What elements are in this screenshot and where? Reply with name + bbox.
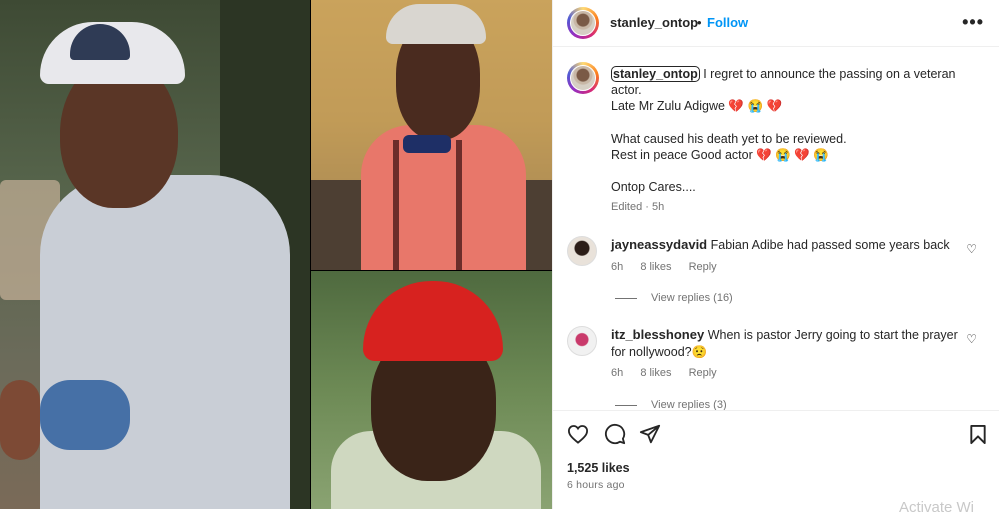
comment-username[interactable]: jayneassydavid — [611, 237, 707, 252]
comment-bubble-icon[interactable] — [604, 423, 626, 445]
comment-username[interactable]: itz_blesshoney — [611, 327, 704, 342]
commenter-avatar[interactable] — [567, 326, 597, 356]
share-paper-plane-icon[interactable] — [639, 423, 661, 445]
comment-body: jayneassydavid Fabian Adibe had passed s… — [611, 236, 961, 254]
post-panel: stanley_ontop • Follow ••• stanley_ontop… — [552, 0, 999, 516]
comment-likes[interactable]: 8 likes — [640, 367, 671, 379]
comment-body: itz_blesshoney When is pastor Jerry goin… — [611, 326, 961, 361]
more-options-icon[interactable]: ••• — [962, 12, 984, 33]
post-caption: stanley_ontop I regret to announce the p… — [611, 66, 981, 215]
comment-reply-button[interactable]: Reply — [689, 261, 717, 273]
author-avatar[interactable] — [567, 7, 599, 39]
comment-meta: 6h 8 likes Reply — [611, 367, 731, 379]
likes-count[interactable]: 1,525 likes — [567, 461, 630, 475]
like-heart-icon[interactable] — [567, 424, 589, 444]
comment-item: itz_blesshoney When is pastor Jerry goin… — [567, 326, 987, 406]
post-header: stanley_ontop • Follow ••• — [553, 0, 999, 47]
photo-man-in-cap — [0, 0, 310, 509]
activate-windows-watermark: Activate Wi — [899, 499, 975, 516]
comment-reply-button[interactable]: Reply — [689, 367, 717, 379]
post-actions-bar: 1,525 likes 6 hours ago Activate Wi — [553, 410, 999, 516]
comment-time: 6h — [611, 261, 624, 273]
caption-author-link[interactable]: stanley_ontop — [611, 66, 700, 82]
caption-text-line-4: Rest in peace Good actor 💔 😭 💔 😭 — [611, 148, 829, 163]
comment-item: jayneassydavid Fabian Adibe had passed s… — [567, 236, 987, 316]
photo-man-red-cap — [311, 271, 552, 509]
post-image-collage[interactable] — [0, 0, 552, 509]
post-timestamp: 6 hours ago — [567, 479, 625, 491]
photo-man-bowtie — [311, 0, 552, 270]
like-comment-heart-icon[interactable]: ♡ — [966, 332, 977, 346]
commenter-avatar[interactable] — [567, 236, 597, 266]
view-replies-line — [615, 297, 637, 299]
comment-likes[interactable]: 8 likes — [640, 261, 671, 273]
caption-text-line-2: Late Mr Zulu Adigwe 💔 😭 💔 — [611, 99, 783, 114]
comment-text: Fabian Adibe had passed some years back — [710, 238, 950, 252]
view-replies-line — [615, 404, 637, 406]
caption-meta: Edited · 5h — [611, 200, 665, 213]
author-username[interactable]: stanley_ontop — [610, 15, 698, 30]
like-comment-heart-icon[interactable]: ♡ — [966, 242, 977, 256]
follow-button[interactable]: Follow — [707, 15, 748, 30]
caption-author-avatar[interactable] — [567, 62, 599, 94]
comment-time: 6h — [611, 367, 624, 379]
comment-meta: 6h 8 likes Reply — [611, 261, 731, 273]
save-bookmark-icon[interactable] — [969, 424, 987, 445]
view-replies-button[interactable]: View replies (16) — [615, 292, 733, 304]
caption-text-line-3: What caused his death yet to be reviewed… — [611, 131, 847, 146]
caption-text-line-5: Ontop Cares.... — [611, 180, 696, 195]
view-replies-label: View replies (16) — [651, 292, 733, 304]
separator-dot: • — [697, 15, 702, 30]
